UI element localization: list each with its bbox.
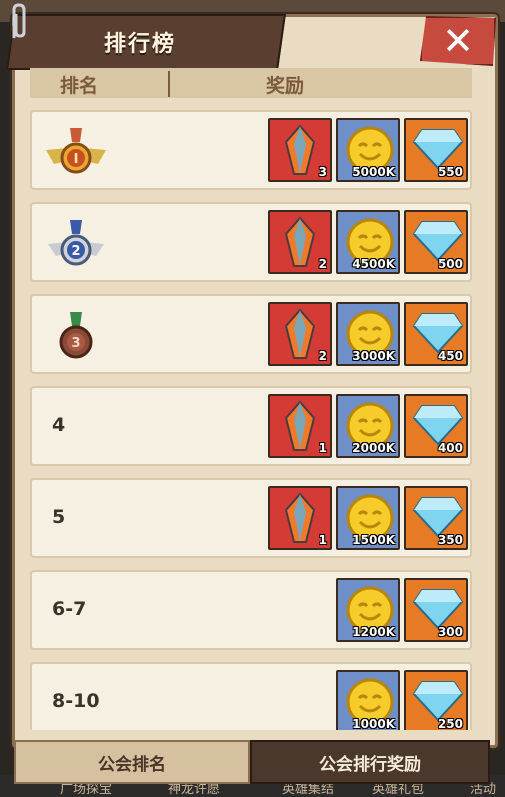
tab-guild-ranking[interactable]: 公会排名: [14, 740, 250, 784]
rank-row: 2 2 4500K 500: [30, 202, 472, 282]
crystal-reward[interactable]: 3: [268, 118, 332, 182]
reward-quantity: 250: [437, 717, 463, 730]
diamond-icon: [412, 681, 464, 722]
coin-reward[interactable]: 1000K: [336, 670, 400, 730]
window-title: 排行榜: [104, 32, 177, 57]
reward-quantity: 5000K: [352, 165, 395, 179]
silver-medal-icon: 2: [48, 220, 104, 266]
crystal-reward[interactable]: 1: [268, 394, 332, 458]
reward-quantity: 1500K: [352, 533, 395, 547]
svg-text:I: I: [74, 152, 79, 167]
reward-column-header: 奖励: [266, 75, 305, 97]
reward-quantity: 1: [318, 533, 327, 547]
reward-quantity: 3000K: [352, 349, 395, 363]
rank-row: 6-7 1200K 300: [30, 570, 472, 650]
rank-label: 5: [52, 506, 66, 528]
rank-label: 8-10: [52, 690, 100, 712]
coin-reward[interactable]: 5000K: [336, 118, 400, 182]
diamond-reward[interactable]: 300: [404, 578, 468, 642]
reward-quantity: 500: [437, 257, 463, 271]
reward-quantity: 2000K: [352, 441, 395, 455]
rank-row: I 3 5000K 550: [30, 110, 472, 190]
rank-label: 4: [52, 414, 66, 436]
rank-row: 3 2 3000K 450: [30, 294, 472, 374]
svg-text:2: 2: [71, 244, 80, 259]
diamond-icon: [412, 313, 464, 354]
diamond-reward[interactable]: 450: [404, 302, 468, 366]
header-divider: [168, 71, 170, 97]
reward-quantity: 3: [318, 165, 327, 179]
coin-reward[interactable]: 1500K: [336, 486, 400, 550]
diamond-reward[interactable]: 550: [404, 118, 468, 182]
gold-medal-icon: I: [46, 128, 106, 174]
rank-row: 5 1 1500K 350: [30, 478, 472, 558]
diamond-reward[interactable]: 350: [404, 486, 468, 550]
crystal-icon: [284, 216, 316, 267]
diamond-icon: [412, 129, 464, 170]
diamond-reward[interactable]: 250: [404, 670, 468, 730]
rank-row: 8-10 1000K 250: [30, 662, 472, 730]
crystal-icon: [284, 308, 316, 359]
table-header: 排名 奖励: [30, 68, 472, 98]
reward-quantity: 450: [437, 349, 463, 363]
coin-reward[interactable]: 1200K: [336, 578, 400, 642]
crystal-icon: [284, 492, 316, 543]
paperclip-icon: [12, 3, 26, 38]
close-icon: ✕: [442, 19, 474, 63]
coin-reward[interactable]: 2000K: [336, 394, 400, 458]
crystal-icon: [284, 400, 316, 451]
reward-quantity: 2: [318, 257, 327, 271]
reward-quantity: 350: [437, 533, 463, 547]
diamond-icon: [412, 589, 464, 630]
reward-quantity: 4500K: [352, 257, 395, 271]
tab-guild-ranking-rewards[interactable]: 公会排行奖励: [250, 740, 490, 784]
diamond-reward[interactable]: 500: [404, 210, 468, 274]
reward-quantity: 550: [437, 165, 463, 179]
svg-text:3: 3: [71, 336, 80, 351]
reward-quantity: 1000K: [352, 717, 395, 730]
reward-list[interactable]: I 3 5000K 550 2 2 4500K 500 3 2 3000K 45…: [30, 110, 472, 730]
bottom-tabs: 公会排名 公会排行奖励: [14, 740, 490, 784]
diamond-icon: [412, 221, 464, 262]
diamond-icon: [412, 405, 464, 446]
coin-reward[interactable]: 3000K: [336, 302, 400, 366]
crystal-icon: [284, 124, 316, 175]
bronze-medal-icon: 3: [59, 312, 93, 359]
rank-label: 6-7: [52, 598, 87, 620]
crystal-reward[interactable]: 2: [268, 302, 332, 366]
coin-reward[interactable]: 4500K: [336, 210, 400, 274]
reward-quantity: 1: [318, 441, 327, 455]
crystal-reward[interactable]: 2: [268, 210, 332, 274]
close-button[interactable]: ✕: [420, 16, 496, 66]
reward-quantity: 400: [437, 441, 463, 455]
diamond-reward[interactable]: 400: [404, 394, 468, 458]
reward-quantity: 300: [437, 625, 463, 639]
rank-column-header: 排名: [60, 75, 99, 97]
diamond-icon: [412, 497, 464, 538]
reward-quantity: 2: [318, 349, 327, 363]
rank-row: 4 1 2000K 400: [30, 386, 472, 466]
reward-quantity: 1200K: [352, 625, 395, 639]
crystal-reward[interactable]: 1: [268, 486, 332, 550]
